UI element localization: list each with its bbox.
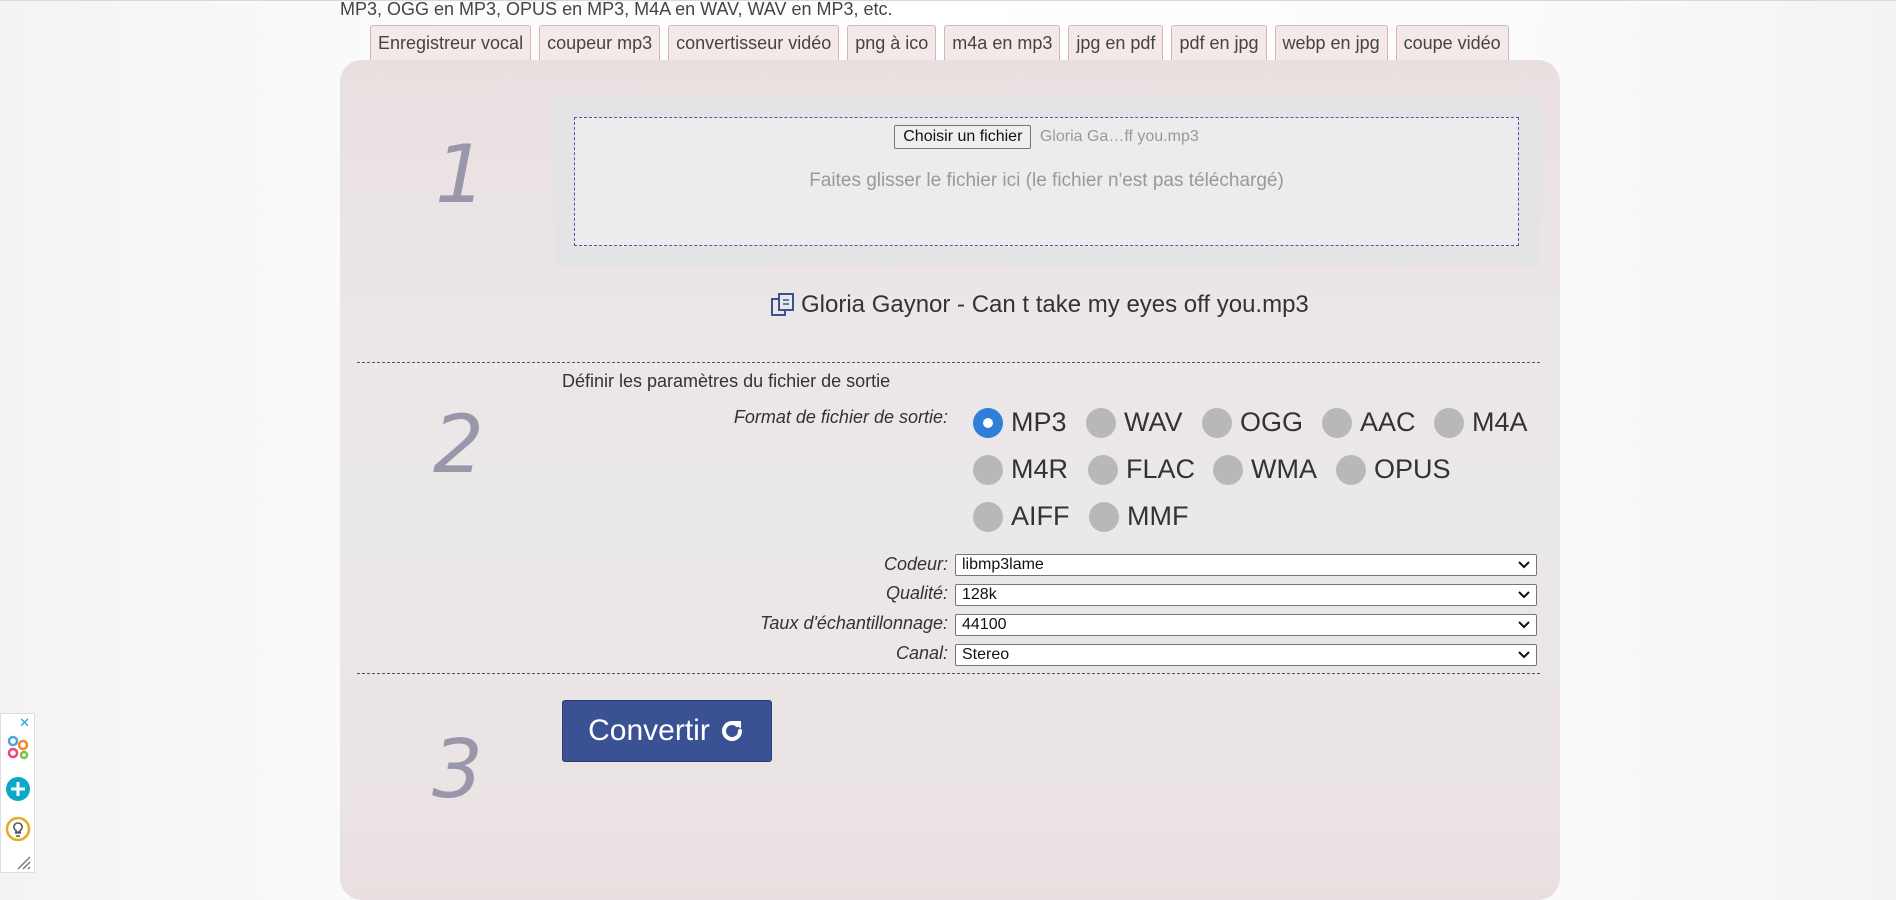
channel-select[interactable]: Stereo — [955, 644, 1537, 666]
top-border — [0, 0, 1896, 1]
samplerate-select[interactable]: 44100 — [955, 614, 1537, 636]
divider — [357, 673, 1540, 674]
tab-webp-to-jpg[interactable]: webp en jpg — [1274, 25, 1388, 60]
radio-mp3[interactable]: MP3 — [973, 407, 1067, 438]
chevron-down-icon — [1518, 651, 1530, 659]
channel-label: Canal: — [895, 643, 948, 663]
samplerate-label: Taux d'échantillonnage: — [760, 613, 948, 633]
radio-selected-icon — [973, 407, 1003, 438]
drop-hint: Faites glisser le fichier ici (le fichie… — [809, 170, 1284, 191]
radio-wma[interactable]: WMA — [1213, 454, 1317, 485]
radio-icon — [1086, 407, 1116, 438]
tool-tabs: Enregistreur vocal coupeur mp3 convertis… — [370, 25, 1509, 61]
intro-text: MP3, OGG en MP3, OPUS en MP3, M4A en WAV… — [340, 0, 893, 19]
radio-icon — [973, 501, 1003, 532]
refresh-icon — [721, 721, 742, 741]
ad-sidebar: ✕ — [0, 713, 35, 873]
radio-icon — [1089, 501, 1119, 532]
selected-file: Gloria Gaynor - Can t take my eyes off y… — [770, 291, 1309, 319]
tab-pdf-to-jpg[interactable]: pdf en jpg — [1171, 25, 1267, 60]
tab-m4a-to-mp3[interactable]: m4a en mp3 — [944, 25, 1061, 60]
radio-mmf[interactable]: MMF — [1089, 501, 1188, 532]
chosen-file-name: Gloria Ga…ff you.mp3 — [1039, 128, 1199, 145]
ad-logo-icon[interactable] — [5, 734, 31, 760]
radio-m4a[interactable]: M4A — [1434, 407, 1528, 438]
codec-select[interactable]: libmp3lame — [955, 554, 1537, 576]
convert-button[interactable]: Convertir — [562, 700, 772, 762]
upload-area: Choisir un fichier Gloria Ga…ff you.mp3 … — [555, 98, 1540, 266]
selected-file-name: Gloria Gaynor - Can t take my eyes off y… — [801, 291, 1309, 318]
choose-file-button[interactable]: Choisir un fichier — [894, 125, 1032, 149]
radio-icon — [1213, 454, 1243, 485]
tab-png-to-ico[interactable]: png à ico — [847, 25, 937, 60]
close-icon[interactable]: ✕ — [19, 715, 30, 731]
lightbulb-icon[interactable] — [5, 816, 31, 842]
radio-icon — [1336, 454, 1366, 485]
step-number-2: 2 — [433, 398, 484, 491]
chevron-down-icon — [1518, 561, 1530, 569]
chevron-down-icon — [1518, 621, 1530, 629]
copy-icon[interactable] — [770, 292, 796, 318]
codec-label: Codeur: — [883, 554, 948, 574]
divider — [357, 362, 1540, 363]
radio-opus[interactable]: OPUS — [1336, 454, 1451, 485]
radio-flac[interactable]: FLAC — [1088, 454, 1195, 485]
radio-icon — [973, 454, 1003, 485]
radio-ogg[interactable]: OGG — [1202, 407, 1303, 438]
step-number-1: 1 — [435, 128, 486, 221]
radio-m4r[interactable]: M4R — [973, 454, 1068, 485]
tab-video-converter[interactable]: convertisseur vidéo — [668, 25, 840, 60]
resize-handle-icon[interactable] — [15, 856, 31, 870]
radio-aac[interactable]: AAC — [1322, 407, 1416, 438]
radio-icon — [1322, 407, 1352, 438]
radio-icon — [1088, 454, 1118, 485]
converter-panel: 1 Choisir un fichier Gloria Ga…ff you.mp… — [340, 60, 1560, 900]
radio-wav[interactable]: WAV — [1086, 407, 1183, 438]
step-number-3: 3 — [432, 723, 483, 816]
tab-video-cutter[interactable]: coupe vidéo — [1395, 25, 1509, 60]
plus-icon[interactable] — [5, 776, 31, 802]
radio-aiff[interactable]: AIFF — [973, 501, 1070, 532]
tab-mp3-cutter[interactable]: coupeur mp3 — [539, 25, 661, 60]
section-title: Définir les paramètres du fichier de sor… — [562, 371, 891, 391]
quality-select[interactable]: 128k — [955, 584, 1537, 606]
tab-voice-recorder[interactable]: Enregistreur vocal — [370, 25, 532, 60]
chevron-down-icon — [1518, 591, 1530, 599]
drop-zone[interactable]: Choisir un fichier Gloria Ga…ff you.mp3 … — [574, 117, 1519, 246]
radio-icon — [1202, 407, 1232, 438]
radio-icon — [1434, 407, 1464, 438]
format-label: Format de fichier de sortie: — [733, 407, 948, 427]
tab-jpg-to-pdf[interactable]: jpg en pdf — [1068, 25, 1164, 60]
quality-label: Qualité: — [885, 583, 948, 603]
